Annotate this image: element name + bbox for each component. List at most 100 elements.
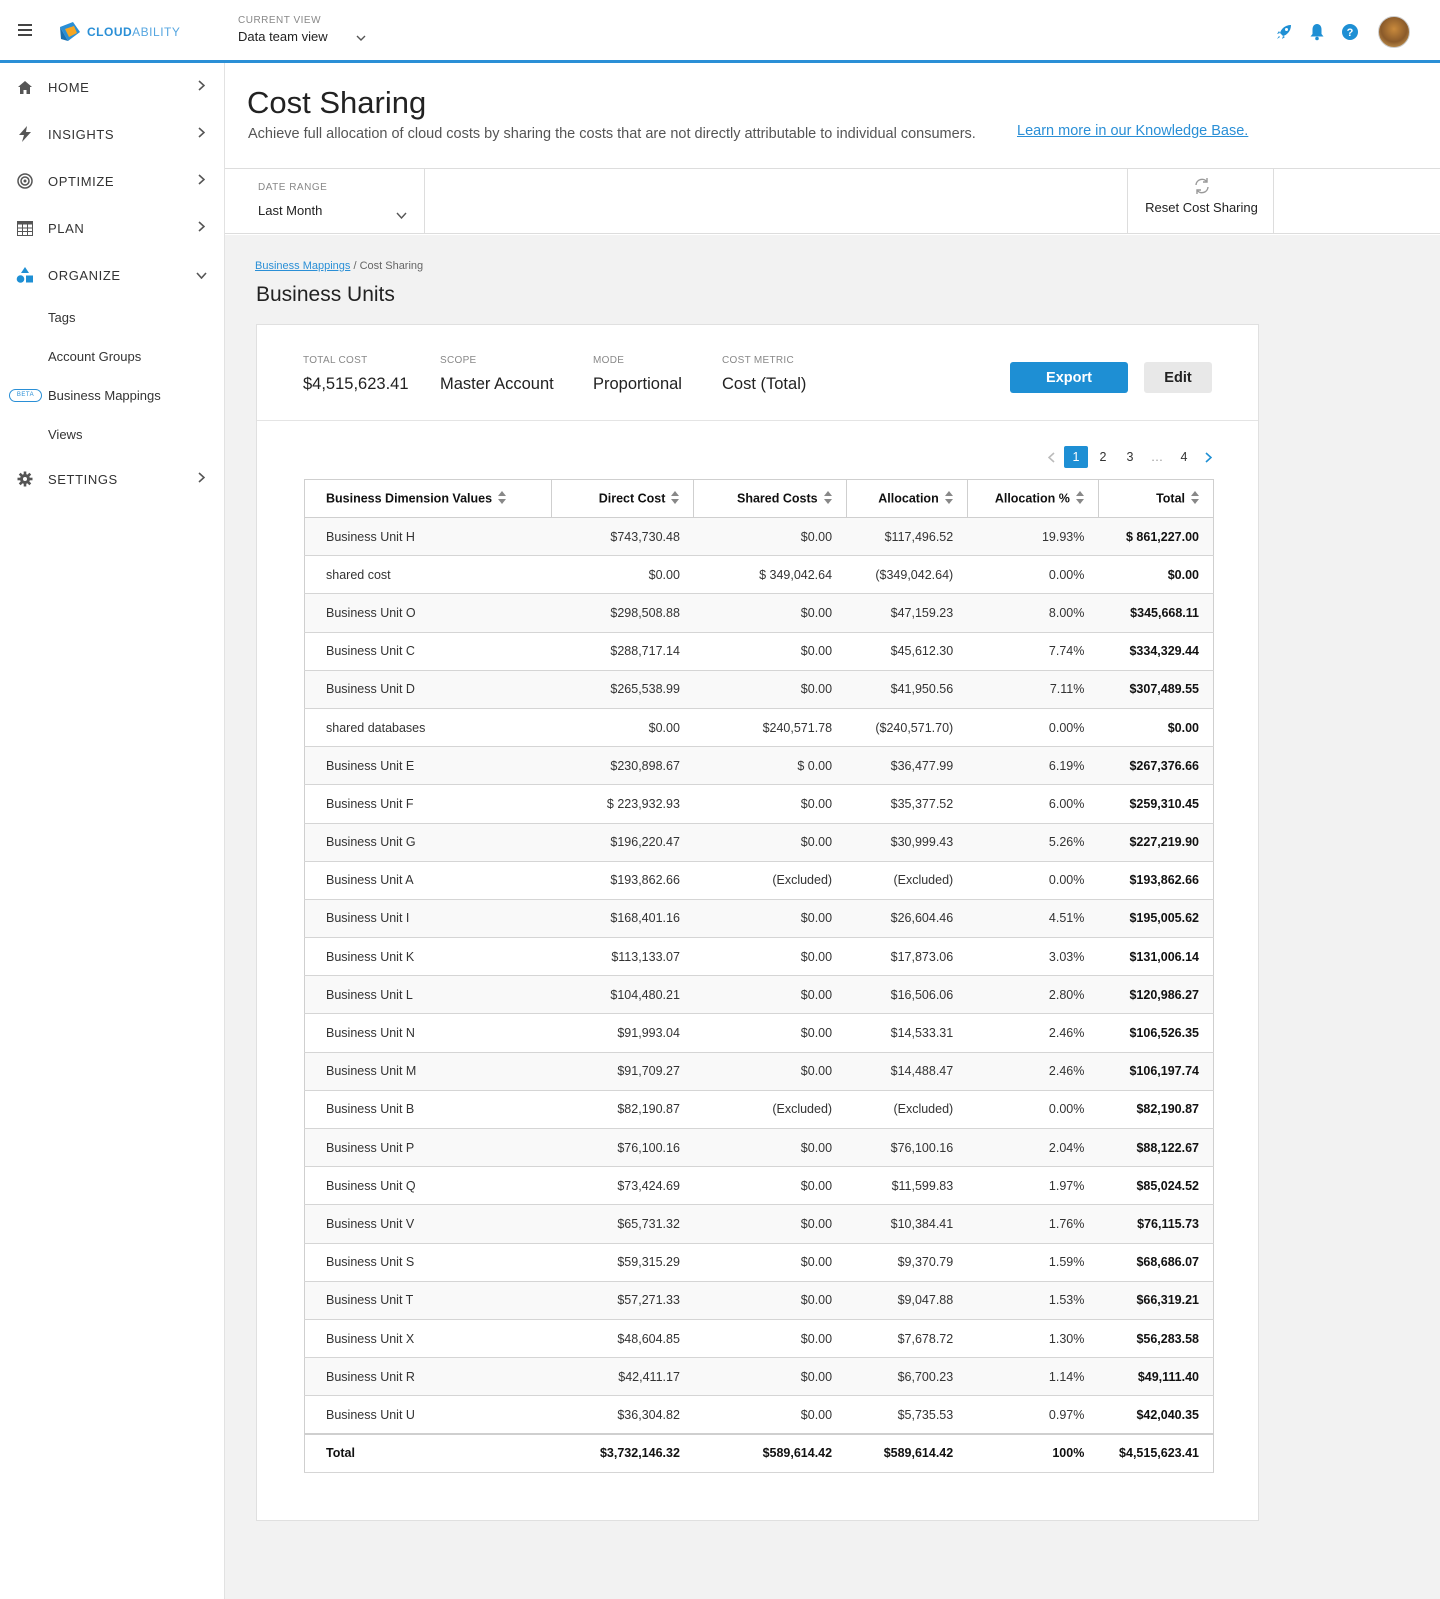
chevron-down-icon[interactable] xyxy=(356,29,366,44)
cell-direct-cost: $0.00 xyxy=(551,555,694,595)
breadcrumb-business-mappings-link[interactable]: Business Mappings xyxy=(255,260,350,272)
column-header-label: Total xyxy=(1156,490,1185,505)
cell-shared-costs: $0.00 xyxy=(693,1319,847,1359)
cell-allocation: $5,735.53 xyxy=(846,1395,968,1435)
cell-allocation-percent: 6.19% xyxy=(967,746,1099,786)
cell-allocation: $7,678.72 xyxy=(846,1319,968,1359)
logo-mark-icon xyxy=(57,19,83,45)
sidebar-item-organize[interactable]: ORGANIZE xyxy=(0,255,225,295)
cell-business-dimension-values: Business Unit A xyxy=(304,861,552,900)
page-description: Achieve full allocation of cloud costs b… xyxy=(248,126,976,142)
column-header-shared-costs[interactable]: Shared Costs xyxy=(693,479,847,518)
sort-icon[interactable] xyxy=(1075,490,1084,507)
cell-allocation: $76,100.16 xyxy=(846,1128,968,1168)
scope-label: SCOPE xyxy=(440,355,477,366)
bell-icon[interactable] xyxy=(1307,22,1327,42)
cell-total: $85,024.52 xyxy=(1098,1166,1214,1206)
date-range-value: Last Month xyxy=(258,203,323,218)
page-1-button[interactable]: 1 xyxy=(1064,446,1088,468)
table-row: Business Unit V $65,731.32 $0.00 $10,384.41… xyxy=(304,1204,1214,1244)
cell-shared-costs: $0.00 xyxy=(693,1204,847,1244)
cell-allocation: (Excluded) xyxy=(846,861,968,900)
table-row: Business Unit A $193,862.66 (Excluded) (Exc… xyxy=(304,861,1214,900)
cell-total: $82,190.87 xyxy=(1098,1090,1214,1130)
shapes-icon xyxy=(16,266,34,284)
table-row: Business Unit B $82,190.87 (Excluded) (Excl… xyxy=(304,1090,1214,1130)
cell-business-dimension-values: Business Unit S xyxy=(304,1243,552,1282)
cell-direct-cost: $ 223,932.93 xyxy=(551,784,694,824)
sidebar-item-optimize[interactable]: OPTIMIZE xyxy=(0,161,225,201)
cell-shared-costs: $0.00 xyxy=(693,1395,847,1435)
sidebar-subitem-account-groups[interactable]: Account Groups xyxy=(48,349,141,364)
cell-business-dimension-values: Business Unit D xyxy=(304,670,552,709)
sidebar-item-home[interactable]: HOME xyxy=(0,67,225,107)
cell-allocation-percent: 0.00% xyxy=(967,1090,1099,1130)
sort-icon[interactable] xyxy=(1191,490,1199,507)
next-page-icon[interactable] xyxy=(1199,446,1217,468)
column-header-allocation-percent[interactable]: Allocation % xyxy=(966,479,1099,518)
cell-shared-costs: $0.00 xyxy=(693,1166,847,1206)
svg-text:?: ? xyxy=(1347,27,1354,39)
table-row: Business Unit D $265,538.99 $0.00 $41,950.5… xyxy=(304,670,1214,709)
main-content: Business Mappings / Cost Sharing Busines… xyxy=(225,235,1440,1599)
sidebar-subitem-business-mappings[interactable]: Business Mappings xyxy=(48,388,161,403)
table-row: Business Unit I $168,401.16 $0.00 $26,604.4… xyxy=(304,899,1214,939)
sort-icon[interactable] xyxy=(498,490,507,507)
cell-allocation: $16,506.06 xyxy=(846,975,968,1015)
reset-cost-sharing-label: Reset Cost Sharing xyxy=(1145,200,1258,215)
sort-icon[interactable] xyxy=(944,490,953,507)
cell-business-dimension-values: Business Unit H xyxy=(304,517,552,557)
user-avatar[interactable] xyxy=(1378,16,1410,48)
breadcrumb-current: Cost Sharing xyxy=(359,260,424,272)
sidebar-item-plan[interactable]: PLAN xyxy=(0,208,225,248)
mode-summary: MODE Proportional xyxy=(593,355,682,394)
edit-button[interactable]: Edit xyxy=(1144,362,1212,393)
column-header-allocation[interactable]: Allocation xyxy=(845,479,968,518)
cell-allocation: $9,047.88 xyxy=(846,1281,968,1320)
cell-allocation: $10,384.41 xyxy=(846,1204,968,1244)
current-view-label: CURRENT VIEW xyxy=(238,15,322,26)
sort-icon[interactable] xyxy=(823,490,832,507)
cell-shared-costs: $0.00 xyxy=(693,1357,847,1397)
column-header-label: Business Dimension Values xyxy=(326,490,493,505)
cell-allocation: $41,950.56 xyxy=(846,670,968,709)
current-view-selector[interactable]: CURRENT VIEW Data team view xyxy=(238,15,366,44)
cell-shared-costs: (Excluded) xyxy=(693,861,847,900)
cloudability-logo[interactable]: CLOUDABILITY xyxy=(57,17,180,47)
cell-allocation-percent: 7.74% xyxy=(967,632,1099,671)
sort-icon[interactable] xyxy=(671,490,680,507)
chevron-right-icon xyxy=(198,78,206,96)
page-2-button[interactable]: 2 xyxy=(1091,446,1115,468)
rocket-icon[interactable] xyxy=(1274,22,1294,42)
cell-direct-cost: $57,271.33 xyxy=(551,1281,694,1320)
prev-page-icon[interactable] xyxy=(1042,446,1060,468)
cell-total: $66,319.21 xyxy=(1098,1281,1214,1320)
sidebar-item-settings[interactable]: SETTINGS xyxy=(0,459,225,499)
column-header-total[interactable]: Total xyxy=(1097,479,1215,518)
page-3-button[interactable]: 3 xyxy=(1118,446,1142,468)
hamburger-menu-icon[interactable] xyxy=(18,24,32,36)
export-button[interactable]: Export xyxy=(1010,362,1128,393)
knowledge-base-link[interactable]: Learn more in our Knowledge Base. xyxy=(1017,123,1248,139)
column-header-direct-cost[interactable]: Direct Cost xyxy=(551,479,695,518)
cell-shared-costs: $0.00 xyxy=(693,823,847,862)
cell-total: $76,115.73 xyxy=(1098,1204,1214,1244)
column-header-business-dimension-values[interactable]: Business Dimension Values xyxy=(303,479,553,518)
sidebar-subitem-tags[interactable]: Tags xyxy=(48,310,75,325)
page-4-button[interactable]: 4 xyxy=(1172,446,1196,468)
cell-allocation-percent: 1.59% xyxy=(967,1243,1099,1282)
cell-shared-costs: $0.00 xyxy=(693,1281,847,1320)
sidebar-item-insights[interactable]: INSIGHTS xyxy=(0,114,225,154)
sidebar-subitem-views[interactable]: Views xyxy=(48,427,82,442)
help-icon[interactable]: ? xyxy=(1340,22,1360,42)
cell-business-dimension-values: Business Unit P xyxy=(304,1128,552,1168)
cell-allocation-percent: 19.93% xyxy=(967,517,1099,557)
cell-shared-costs: $0.00 xyxy=(693,670,847,709)
cell-business-dimension-values: Business Unit Q xyxy=(304,1166,552,1206)
cell-total: $68,686.07 xyxy=(1098,1243,1214,1282)
cell-shared-costs: $0.00 xyxy=(693,1052,847,1091)
date-range-dropdown[interactable]: DATE RANGE Last Month xyxy=(225,169,425,234)
cell-allocation-percent: 6.00% xyxy=(967,784,1099,824)
chevron-down-icon xyxy=(396,206,407,224)
reset-cost-sharing-button[interactable]: Reset Cost Sharing xyxy=(1127,169,1274,234)
